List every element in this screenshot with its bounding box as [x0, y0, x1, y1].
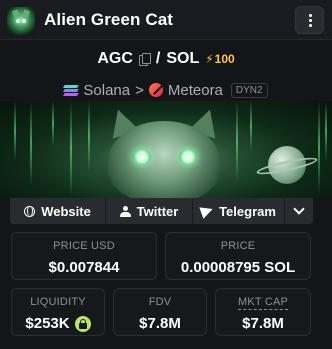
solana-icon — [63, 84, 80, 96]
boost-count: 100 — [214, 52, 235, 66]
fdv-value: $7.8M — [139, 315, 181, 332]
liquidity-value: $253K — [25, 315, 70, 332]
token-avatar — [7, 7, 35, 35]
lock-icon[interactable] — [74, 315, 91, 332]
market-cap-card: MKT CAP $7.8M — [215, 288, 311, 336]
twitter-label: Twitter — [136, 203, 179, 219]
website-button[interactable]: Website — [10, 198, 106, 224]
token-header: Alien Green Cat — [0, 0, 332, 40]
fdv-label: FDV — [148, 296, 172, 308]
price-native-value: 0.00008795 SOL — [180, 259, 296, 276]
website-label: Website — [41, 203, 91, 219]
kebab-menu-icon — [309, 14, 312, 17]
boost-badge[interactable]: ⚡ 100 — [205, 52, 234, 66]
price-usd-card: PRICE USD $0.007844 — [11, 232, 157, 280]
base-symbol: AGC — [97, 50, 133, 67]
price-native-label: PRICE — [220, 240, 256, 252]
dex-variant-badge: DYN2 — [230, 82, 268, 98]
dex-name[interactable]: Meteora — [168, 82, 223, 99]
social-links: Website Twitter Telegram — [10, 198, 313, 224]
token-banner-image — [0, 101, 332, 198]
send-icon — [199, 203, 215, 219]
user-icon — [119, 205, 131, 217]
pair-row: AGC / SOL ⚡ 100 — [0, 50, 332, 68]
meteora-icon — [148, 83, 163, 97]
chain-name[interactable]: Solana — [83, 82, 130, 99]
globe-icon — [24, 205, 36, 217]
pair-separator: / — [155, 50, 161, 67]
chevron-down-icon — [293, 203, 305, 215]
token-name: Alien Green Cat — [44, 10, 174, 29]
market-cap-label[interactable]: MKT CAP — [237, 296, 289, 310]
price-native-card: PRICE 0.00008795 SOL — [165, 232, 311, 280]
fdv-card: FDV $7.8M — [113, 288, 207, 336]
price-usd-label: PRICE USD — [53, 240, 115, 252]
liquidity-label: LIQUIDITY — [30, 296, 86, 308]
price-usd-value: $0.007844 — [48, 259, 120, 276]
chain-row: Solana > Meteora DYN2 — [0, 74, 332, 99]
more-links-button[interactable] — [285, 198, 313, 224]
kebab-menu-button[interactable] — [295, 6, 324, 34]
twitter-button[interactable]: Twitter — [106, 198, 193, 224]
chain-arrow: > — [135, 81, 144, 99]
liquidity-card: LIQUIDITY $253K — [11, 288, 105, 336]
market-cap-value: $7.8M — [242, 315, 284, 332]
quote-symbol: SOL — [166, 50, 200, 67]
telegram-button[interactable]: Telegram — [193, 198, 285, 224]
bolt-icon: ⚡ — [205, 52, 214, 66]
telegram-label: Telegram — [219, 203, 276, 219]
copy-icon[interactable] — [138, 53, 151, 66]
